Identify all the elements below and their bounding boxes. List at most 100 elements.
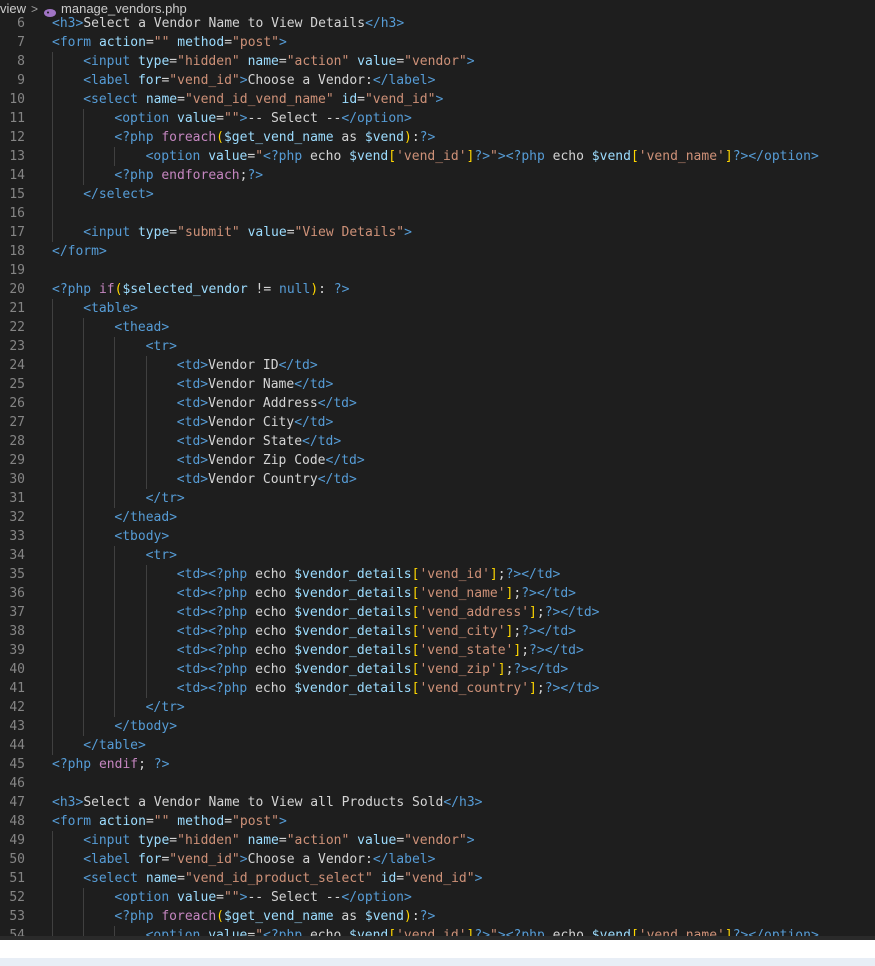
code-line[interactable]: 17 <input type="submit" value="View Detai…	[0, 223, 875, 242]
code-token: </	[114, 510, 131, 525]
code-token: td	[341, 453, 357, 468]
code-token: td	[309, 377, 326, 392]
indent-guide	[52, 546, 53, 565]
indent-guide	[145, 375, 147, 394]
indent-guide	[52, 831, 53, 850]
code-line[interactable]: 15 </select>	[0, 185, 875, 204]
code-line[interactable]: 22 <thead>	[0, 318, 875, 337]
breadcrumb-file[interactable]: manage_vendors.php	[61, 1, 187, 16]
code-token: >	[200, 358, 209, 373]
code-token: <	[176, 624, 185, 639]
code-line[interactable]: 31 </tr>	[0, 489, 875, 508]
code-line[interactable]: 14 <?php endforeach;?>	[0, 166, 875, 185]
code-line[interactable]: 50 <label for="vend_id">Choose a Vendor:<…	[0, 850, 875, 869]
code-line[interactable]: 44 </table>	[0, 736, 875, 755]
code-line[interactable]: 23 <tr>	[0, 337, 875, 356]
code-line[interactable]: 9 <label for="vend_id">Choose a Vendor:</…	[0, 71, 875, 90]
code-line[interactable]: 37 <td><?php echo $vendor_details['vend_a…	[0, 603, 875, 622]
code-line[interactable]: 19	[0, 261, 875, 280]
code-line[interactable]: 29 <td>Vendor Zip Code</td>	[0, 451, 875, 470]
code-line[interactable]: 32 </thead>	[0, 508, 875, 527]
code-line[interactable]: 46	[0, 774, 875, 793]
line-number: 35	[9, 567, 25, 582]
code-line[interactable]: 34 <tr>	[0, 546, 875, 565]
code-editor[interactable]: view > manage_vendors.php 6 <h3>Select a …	[0, 0, 875, 966]
indent-guide	[52, 128, 53, 147]
code-token: >	[279, 35, 287, 50]
line-number: 11	[9, 111, 25, 126]
code-line[interactable]: 36 <td><?php echo $vendor_details['vend_n…	[0, 584, 875, 603]
code-text: <td>Vendor State</td>	[177, 432, 341, 451]
code-line[interactable]: 40 <td><?php echo $vendor_details['vend_z…	[0, 660, 875, 679]
code-line[interactable]: 28 <td>Vendor State</td>	[0, 432, 875, 451]
code-line[interactable]: 41 <td><?php echo $vendor_details['vend_c…	[0, 679, 875, 698]
code-line[interactable]: 16	[0, 204, 875, 223]
code-line[interactable]: 10 <select name="vend_id_vend_name" id="v…	[0, 90, 875, 109]
code-token: Vendor City	[208, 415, 295, 430]
breadcrumb-folder[interactable]: view	[0, 1, 26, 16]
code-line[interactable]: 20 <?php if($selected_vendor != null): ?>	[0, 280, 875, 299]
code-line[interactable]: 25 <td>Vendor Name</td>	[0, 375, 875, 394]
code-line[interactable]: 11 <option value="">-- Select --</option>	[0, 109, 875, 128]
code-line[interactable]: 51 <select name="vend_id_product_select" …	[0, 869, 875, 888]
code-line[interactable]: 35 <td><?php echo $vendor_details['vend_i…	[0, 565, 875, 584]
line-number: 38	[9, 624, 25, 639]
code-token: method	[177, 814, 225, 829]
code-token: td	[576, 605, 592, 620]
code-line[interactable]: 12 <?php foreach($get_vend_name as $vend)…	[0, 128, 875, 147]
code-line[interactable]: 49 <input type="hidden" name="action" val…	[0, 831, 875, 850]
line-number: 51	[9, 871, 25, 886]
code-token: <?php	[505, 149, 545, 164]
code-line[interactable]: 18 </form>	[0, 242, 875, 261]
code-line[interactable]: 38 <td><?php echo $vendor_details['vend_c…	[0, 622, 875, 641]
code-line[interactable]: 48 <form action="" method="post">	[0, 812, 875, 831]
code-token: (	[216, 130, 224, 145]
code-token: >	[309, 358, 318, 373]
code-token: </	[302, 434, 318, 449]
code-line[interactable]: 8 <input type="hidden" name="action" valu…	[0, 52, 875, 71]
indent-guide	[83, 584, 85, 603]
code-line[interactable]: 26 <td>Vendor Address</td>	[0, 394, 875, 413]
code-token: name	[247, 54, 279, 69]
indent-guide	[114, 337, 116, 356]
code-line[interactable]: 7 <form action="" method="post">	[0, 33, 875, 52]
code-line[interactable]: 33 <tbody>	[0, 527, 875, 546]
code-line[interactable]: 47 <h3>Select a Vendor Name to View all P…	[0, 793, 875, 812]
indent-guide	[83, 451, 85, 470]
line-number: 36	[9, 586, 25, 601]
code-line[interactable]: 52 <option value="">-- Select --</option>	[0, 888, 875, 907]
indent-guide	[52, 660, 53, 679]
code-token: h3	[59, 795, 76, 810]
indent-guide	[114, 432, 116, 451]
code-line[interactable]: 42 </tr>	[0, 698, 875, 717]
code-lines[interactable]: 6 <h3>Select a Vendor Name to View Detail…	[0, 14, 875, 945]
code-line[interactable]: 27 <td>Vendor City</td>	[0, 413, 875, 432]
code-token: :	[411, 130, 420, 145]
code-text: <input type="hidden" name="action" value…	[83, 831, 474, 850]
code-line[interactable]: 13 <option value="<?php echo $vend['vend_…	[0, 147, 875, 166]
chevron-right-icon: >	[31, 1, 39, 16]
code-token: input	[91, 833, 131, 848]
code-line[interactable]: 21 <table>	[0, 299, 875, 318]
indent-guide	[52, 451, 53, 470]
code-line[interactable]: 53 <?php foreach($get_vend_name as $vend)…	[0, 907, 875, 926]
code-token: h3	[59, 16, 76, 31]
indent-guide	[52, 204, 53, 223]
code-token: -- Select --	[247, 890, 342, 905]
code-line[interactable]: 43 </tbody>	[0, 717, 875, 736]
code-line[interactable]: 30 <td>Vendor Country</td>	[0, 470, 875, 489]
code-token: >	[591, 681, 600, 696]
code-line[interactable]: 39 <td><?php echo $vendor_details['vend_s…	[0, 641, 875, 660]
indent-guide	[52, 527, 53, 546]
code-token: $vendor_details	[294, 624, 412, 639]
code-token: =	[177, 871, 185, 886]
code-line[interactable]: 24 <td>Vendor ID</td>	[0, 356, 875, 375]
code-token: ?>	[505, 567, 522, 582]
code-token: </	[544, 643, 561, 658]
indent-guide	[83, 546, 85, 565]
line-number: 43	[9, 719, 25, 734]
code-token: </	[145, 491, 162, 506]
code-line[interactable]: 45 <?php endif; ?>	[0, 755, 875, 774]
